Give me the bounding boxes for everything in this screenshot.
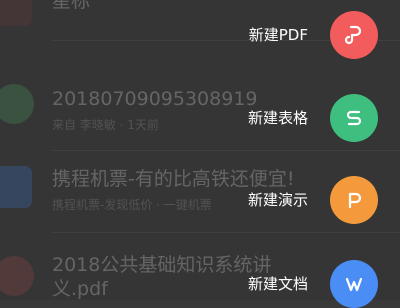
document-icon — [345, 277, 363, 292]
new-presentation-menu-item[interactable]: 新建演示 — [0, 176, 400, 224]
new-document-label: 新建文档 — [247, 275, 308, 293]
new-spreadsheet-button[interactable] — [330, 94, 378, 142]
pdf-icon — [344, 25, 362, 45]
presentation-icon — [348, 192, 362, 209]
new-spreadsheet-menu-item[interactable]: 新建表格 — [0, 94, 400, 142]
new-pdf-button[interactable] — [330, 11, 378, 59]
new-presentation-button[interactable] — [330, 176, 378, 224]
new-document-menu-item[interactable]: 新建文档 — [0, 260, 400, 308]
new-document-button[interactable] — [330, 260, 378, 308]
new-pdf-label: 新建PDF — [248, 26, 308, 44]
spreadsheet-icon — [346, 110, 362, 126]
new-pdf-menu-item[interactable]: 新建PDF — [0, 11, 400, 59]
new-presentation-label: 新建演示 — [247, 191, 308, 209]
new-spreadsheet-label: 新建表格 — [247, 109, 308, 127]
